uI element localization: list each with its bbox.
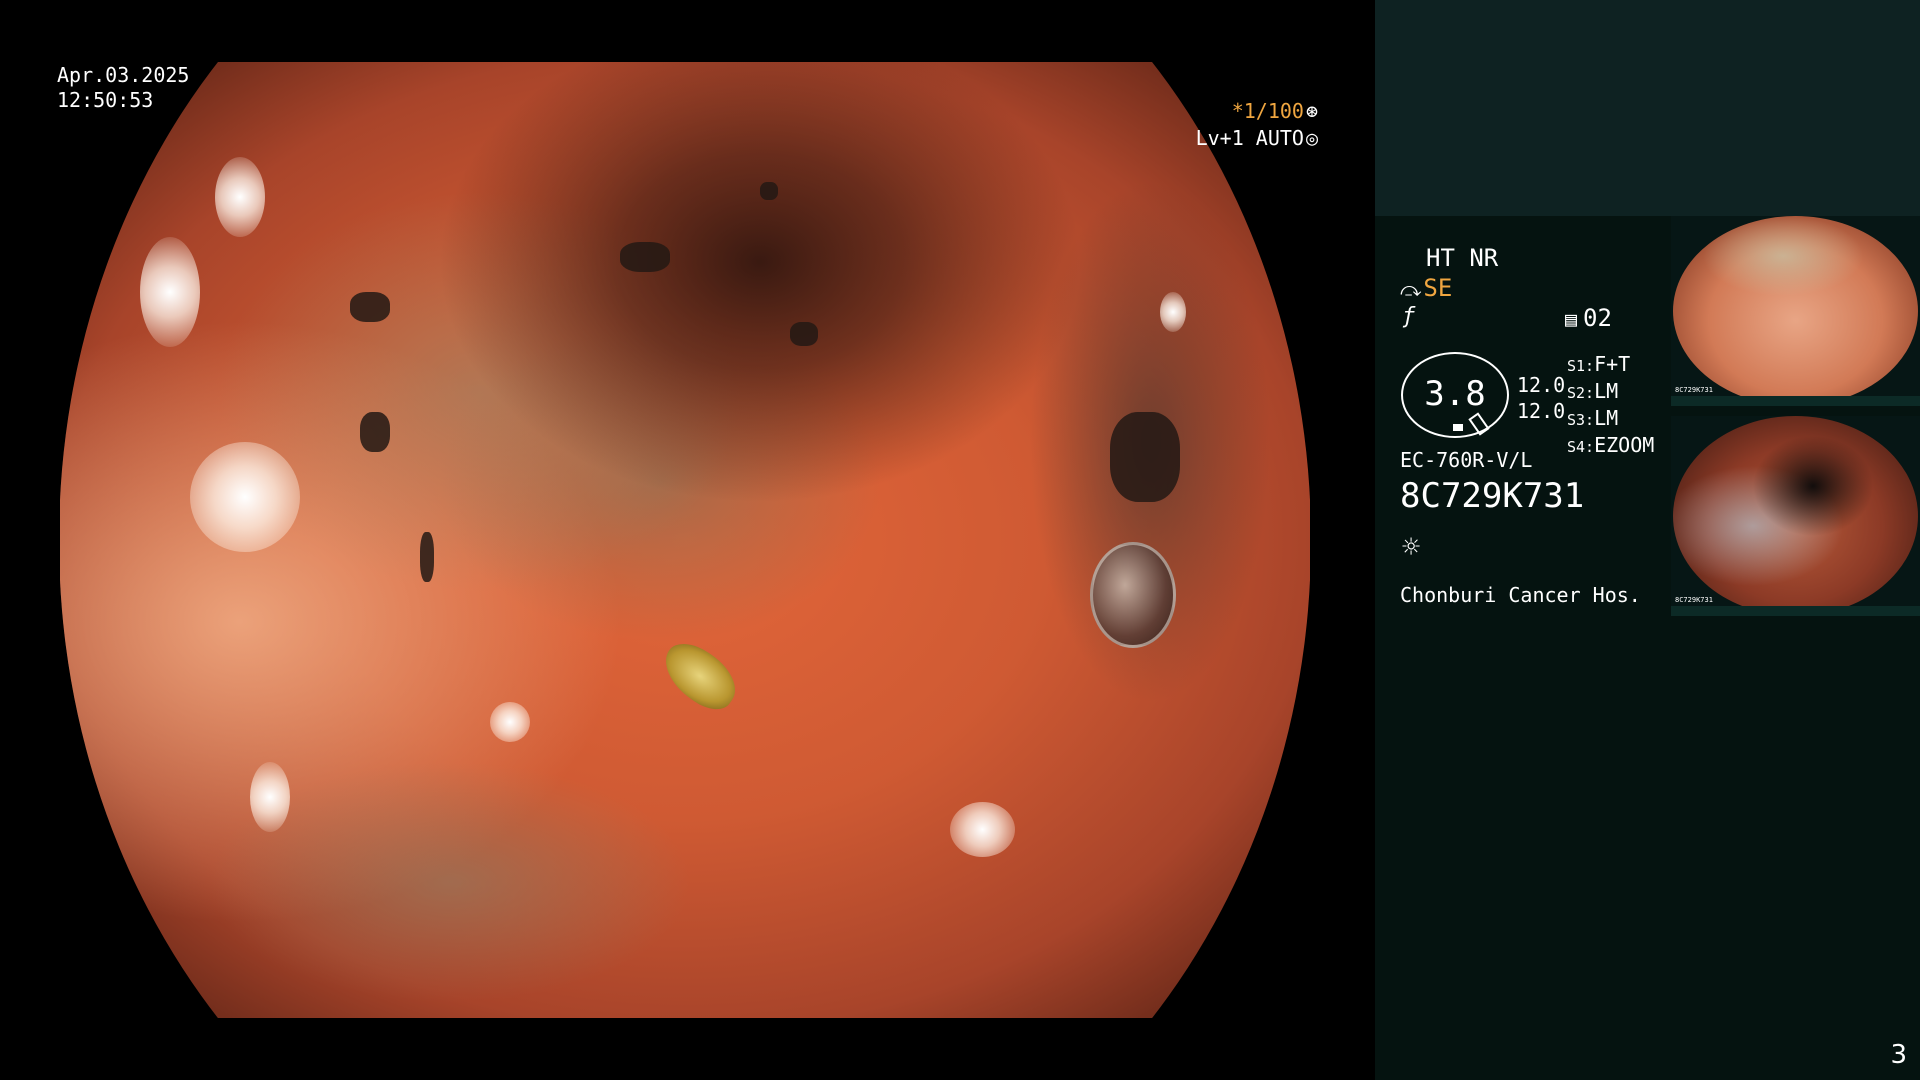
memo-row: ▤ 02: [1565, 304, 1612, 332]
value-1: 12.0: [1517, 373, 1566, 397]
debris: [350, 292, 390, 322]
setting-s4: S4:EZOOM: [1567, 433, 1655, 457]
debris: [360, 412, 390, 452]
datetime: Apr.03.2025 12:50:53: [57, 63, 189, 113]
debris: [790, 322, 818, 346]
zoom-dial: 3.8: [1401, 352, 1509, 438]
scope-serial: 8C729K731: [1400, 476, 1585, 516]
light-reflection: [190, 442, 300, 552]
level-text: Lv+1 AUTO: [1195, 126, 1304, 150]
endoscope-image: [60, 62, 1310, 1018]
setting-s3: S3:LM: [1567, 406, 1619, 430]
se-row: ⤼SE: [1400, 274, 1452, 302]
time-text: 12:50:53: [57, 88, 154, 112]
thumbnail-bar: [1671, 396, 1920, 406]
thumbnail-serial: 8C729K731: [1675, 386, 1713, 394]
scope-model: EC-760R-V/L: [1400, 448, 1533, 472]
thumbnail-serial: 8C729K731: [1675, 596, 1713, 604]
se-label: SE: [1423, 274, 1453, 302]
dial-marker-icon: [1453, 424, 1463, 431]
yellow-fragment: [653, 633, 747, 719]
value-2: 12.0: [1517, 399, 1566, 423]
light-reflection: [140, 237, 200, 347]
sun-icon: ☼: [1402, 530, 1421, 565]
memo-number: 02: [1583, 304, 1612, 332]
switch-settings: S1:F+T S2:LM S3:LM S4:EZOOM: [1567, 352, 1654, 460]
debris: [760, 182, 778, 200]
thumbnail-bar: [1671, 606, 1920, 616]
scope-function-icon: ⤼: [1400, 277, 1422, 301]
dial-tool-icon: [1468, 412, 1490, 436]
date-text: Apr.03.2025: [57, 63, 190, 87]
light-reflection: [490, 702, 530, 742]
page-number: 3: [1890, 1040, 1907, 1070]
info-panel: HT NR ⤼SE ƒ ▤ 02 3.8 12.0 12.0 S1:F+T S2:…: [1375, 0, 1920, 1080]
setting-s2: S2:LM: [1567, 379, 1619, 403]
dial-value: 3.8: [1424, 374, 1486, 414]
shutter-readout: *1/100 ⊛: [1232, 99, 1318, 124]
light-reflection: [215, 157, 265, 237]
memo-icon: ▤: [1565, 307, 1578, 331]
debris: [620, 242, 670, 272]
light-reflection: [950, 802, 1015, 857]
level-readout: Lv+1 AUTO ◎: [1196, 126, 1318, 151]
light-reflection: [250, 762, 290, 832]
iris-icon: ◎: [1305, 126, 1318, 150]
thumbnail-image: [1673, 416, 1918, 616]
setting-s1: S1:F+T: [1567, 352, 1631, 376]
hospital-name: Chonburi Cancer Hos.: [1400, 583, 1641, 607]
value-column: 12.0 12.0: [1517, 372, 1565, 424]
thumbnail-2[interactable]: 8C729K731: [1671, 416, 1920, 616]
freeze-f-icon: ƒ: [1402, 304, 1416, 329]
shutter-text: *1/100: [1231, 99, 1304, 123]
light-reflection: [1160, 292, 1186, 332]
thumbnail-image: [1673, 216, 1918, 406]
ht-nr-label: HT NR: [1426, 244, 1499, 272]
debris: [420, 532, 434, 582]
panel-header-area: [1375, 0, 1920, 216]
debris: [1110, 412, 1180, 502]
thumbnail-1[interactable]: 8C729K731: [1671, 216, 1920, 406]
polyp-nodule: [1090, 542, 1176, 648]
aperture-icon: ⊛: [1305, 99, 1318, 123]
